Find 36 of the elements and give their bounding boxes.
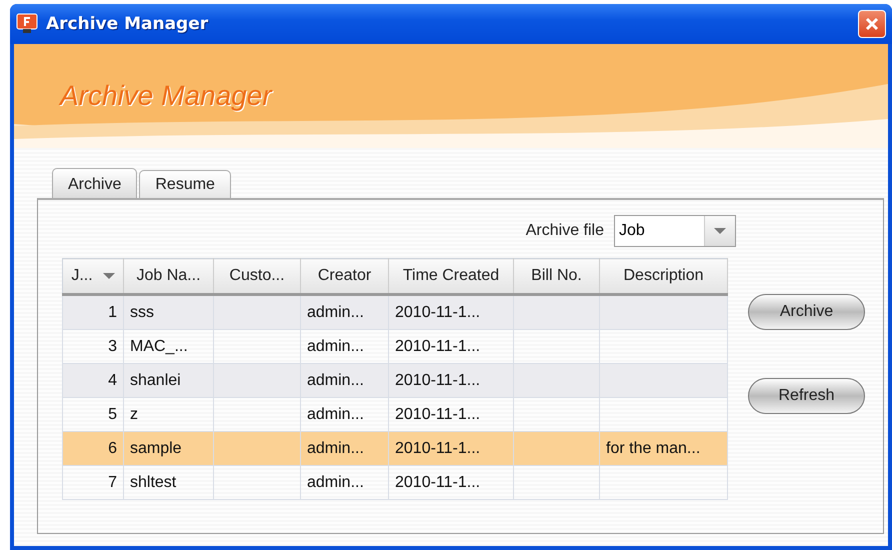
column-header[interactable]: Creator <box>300 258 388 294</box>
close-icon[interactable] <box>858 10 886 38</box>
table-cell: admin... <box>300 364 388 398</box>
table-cell: 6 <box>62 432 124 466</box>
table-cell: shanlei <box>124 364 214 398</box>
table-cell: 2010-11-1... <box>388 364 514 398</box>
table-cell: admin... <box>300 466 388 500</box>
table-cell: admin... <box>300 294 388 330</box>
column-header[interactable]: Bill No. <box>514 258 600 294</box>
table-cell: 1 <box>62 294 124 330</box>
app-icon <box>16 13 38 35</box>
table-cell: 2010-11-1... <box>388 466 514 500</box>
archive-file-dropdown[interactable]: Job <box>614 215 736 247</box>
tab[interactable]: Resume <box>139 170 231 198</box>
table-cell: admin... <box>300 432 388 466</box>
column-header[interactable]: Custo... <box>214 258 300 294</box>
window-title: Archive Manager <box>46 14 208 34</box>
banner-title: Archive Manager <box>60 80 272 112</box>
table-cell: 2010-11-1... <box>388 432 514 466</box>
archive-file-label: Archive file <box>526 222 604 240</box>
table-cell: for the man... <box>600 432 728 466</box>
column-header[interactable]: Time Created <box>388 258 514 294</box>
table-cell: shltest <box>124 466 214 500</box>
table-cell: 2010-11-1... <box>388 294 514 330</box>
table-cell: 7 <box>62 466 124 500</box>
tab[interactable]: Archive <box>52 168 138 198</box>
table-cell: sss <box>124 294 214 330</box>
sort-icon <box>102 273 115 279</box>
column-header[interactable]: J... <box>62 258 124 294</box>
action-button[interactable]: Refresh <box>748 378 865 414</box>
table-cell: sample <box>124 432 214 466</box>
action-button[interactable]: Archive <box>748 294 865 330</box>
column-header[interactable]: Description <box>600 258 728 294</box>
caret-icon <box>714 228 726 234</box>
table-cell: 4 <box>62 364 124 398</box>
column-header[interactable]: Job Na... <box>124 258 214 294</box>
